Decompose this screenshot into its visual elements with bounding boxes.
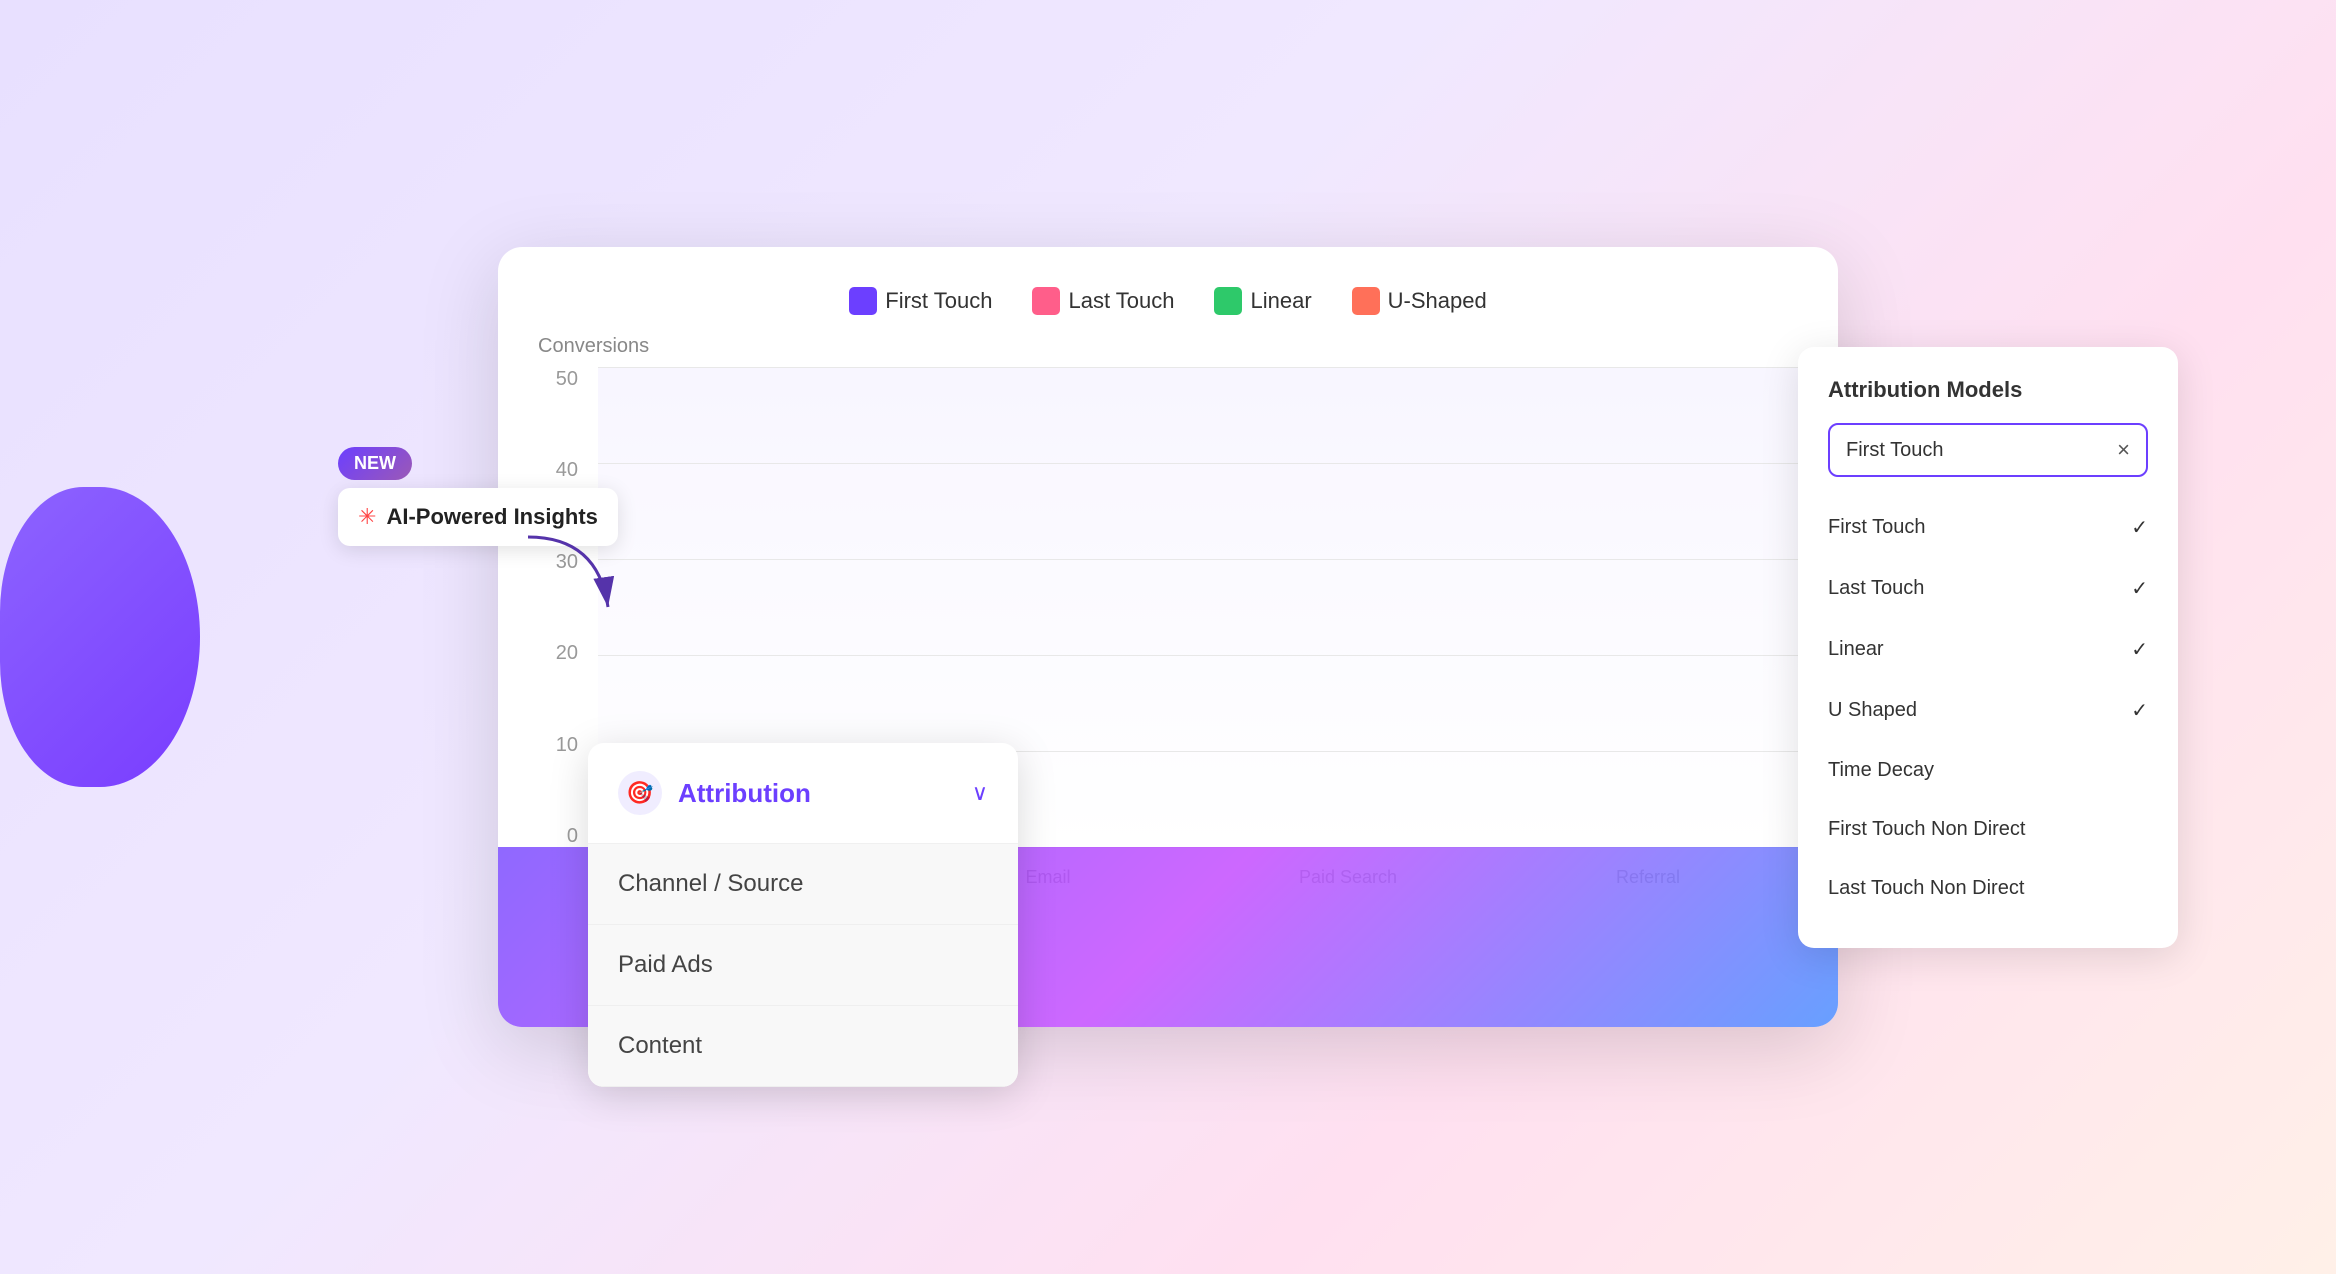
legend-color <box>1214 287 1242 315</box>
legend-item: Linear <box>1214 287 1311 315</box>
legend-color <box>1032 287 1060 315</box>
model-label: First Touch Non Direct <box>1828 818 2025 841</box>
panel-items: First Touch ✓ Last Touch ✓ Linear ✓ U Sh… <box>1798 497 2178 918</box>
chart-legend: First Touch Last Touch Linear U-Shaped <box>538 287 1798 315</box>
dropdown-items: Channel / SourcePaid AdsContent <box>588 844 1018 1087</box>
panel-title: Attribution Models <box>1798 377 2178 423</box>
model-label: Linear <box>1828 638 1884 661</box>
legend-label: Linear <box>1250 288 1311 314</box>
legend-label: U-Shaped <box>1388 288 1487 314</box>
y-axis-value: 20 <box>538 642 578 665</box>
attribution-model-item[interactable]: First Touch Non Direct <box>1798 800 2178 859</box>
dropdown-title: Attribution <box>678 778 811 809</box>
dropdown-header-left: 🎯 Attribution <box>618 771 811 815</box>
attribution-panel: Attribution Models First Touch × First T… <box>1798 347 2178 948</box>
close-icon[interactable]: × <box>2117 437 2130 463</box>
dropdown-menu-item[interactable]: Channel / Source <box>588 844 1018 925</box>
dropdown-header[interactable]: 🎯 Attribution ∨ <box>588 743 1018 844</box>
panel-selected-item[interactable]: First Touch × <box>1828 423 2148 477</box>
model-label: U Shaped <box>1828 699 1917 722</box>
legend-item: Last Touch <box>1032 287 1174 315</box>
check-icon: ✓ <box>2131 576 2148 601</box>
legend-color <box>849 287 877 315</box>
model-label: Last Touch Non Direct <box>1828 877 2024 900</box>
arrow-icon <box>518 527 638 627</box>
model-label: First Touch <box>1828 516 1925 539</box>
model-label: Last Touch <box>1828 577 1924 600</box>
dropdown-menu: 🎯 Attribution ∨ Channel / SourcePaid Ads… <box>588 743 1018 1087</box>
new-label: NEW <box>338 447 618 488</box>
main-card: First Touch Last Touch Linear U-Shaped C… <box>498 247 1838 1027</box>
chevron-down-icon: ∨ <box>972 780 988 806</box>
model-label: Time Decay <box>1828 759 1934 782</box>
dropdown-icon: 🎯 <box>618 771 662 815</box>
dropdown-menu-item[interactable]: Paid Ads <box>588 925 1018 1006</box>
check-icon: ✓ <box>2131 515 2148 540</box>
star-icon: ✳ <box>358 504 376 530</box>
attribution-model-item[interactable]: Linear ✓ <box>1798 619 2178 680</box>
y-axis-value: 50 <box>538 368 578 391</box>
attribution-model-item[interactable]: Time Decay <box>1798 741 2178 800</box>
attribution-model-item[interactable]: First Touch ✓ <box>1798 497 2178 558</box>
legend-color <box>1352 287 1380 315</box>
bg-blob <box>0 487 200 787</box>
legend-item: First Touch <box>849 287 992 315</box>
legend-label: Last Touch <box>1068 288 1174 314</box>
y-axis-value: 0 <box>538 825 578 848</box>
ai-badge: NEW ✳ AI-Powered Insights <box>338 447 618 546</box>
selected-model-label: First Touch <box>1846 439 1943 462</box>
dropdown-menu-item[interactable]: Content <box>588 1006 1018 1087</box>
check-icon: ✓ <box>2131 637 2148 662</box>
attribution-model-item[interactable]: Last Touch Non Direct <box>1798 859 2178 918</box>
y-axis-value: 10 <box>538 734 578 757</box>
attribution-model-item[interactable]: Last Touch ✓ <box>1798 558 2178 619</box>
check-icon: ✓ <box>2131 698 2148 723</box>
legend-item: U-Shaped <box>1352 287 1487 315</box>
y-axis-label: Conversions <box>538 335 1798 358</box>
legend-label: First Touch <box>885 288 992 314</box>
attribution-model-item[interactable]: U Shaped ✓ <box>1798 680 2178 741</box>
